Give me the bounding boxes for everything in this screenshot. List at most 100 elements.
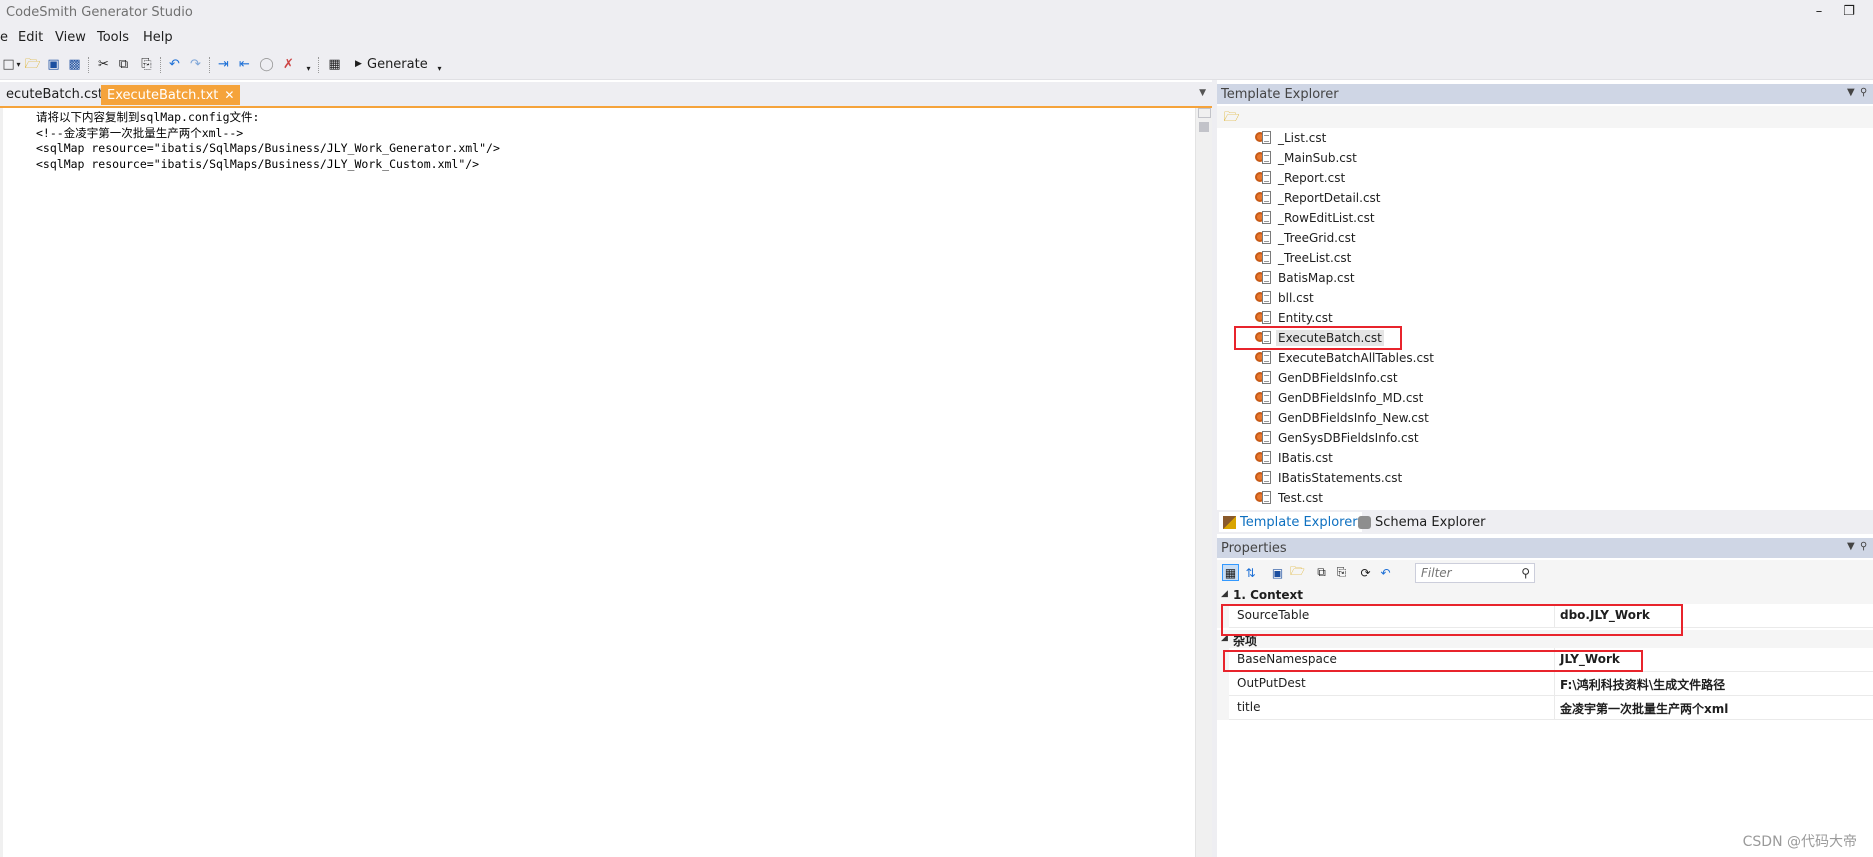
list-item[interactable]: BatisMap.cst (1255, 268, 1357, 288)
filter-field[interactable]: ⚲ (1415, 563, 1535, 583)
open-folder-icon[interactable]: 🗁 (24, 56, 41, 73)
property-value[interactable]: 金凌宇第一次批量生产两个xml (1560, 700, 1728, 717)
collapse-icon[interactable]: ◢ (1221, 633, 1228, 643)
categorized-icon[interactable]: ▦ (1222, 564, 1239, 581)
panel-dropdown-icon[interactable]: ▼ (1847, 87, 1855, 98)
scroll-thumb[interactable] (1199, 122, 1209, 132)
minimize-button[interactable]: – (1810, 4, 1828, 20)
template-file-icon (1255, 191, 1273, 205)
paste-icon[interactable]: ⎘ (138, 56, 155, 73)
list-item[interactable]: GenDBFieldsInfo_New.cst (1255, 408, 1431, 428)
scroll-up-icon[interactable] (1198, 108, 1211, 118)
list-item[interactable]: _List.cst (1255, 128, 1328, 148)
cut-icon[interactable]: ✂ (95, 56, 112, 73)
list-item[interactable]: Test.cst (1255, 488, 1325, 508)
menu-view[interactable]: View (55, 30, 86, 45)
copy-icon[interactable]: ⧉ (115, 56, 132, 73)
file-name: IBatisStatements.cst (1278, 471, 1403, 485)
property-name: title (1237, 700, 1261, 714)
toolbar-overflow-icon[interactable]: ▾ (431, 60, 448, 77)
template-file-icon (1255, 411, 1273, 425)
tab-template-explorer[interactable]: Template Explorer (1219, 512, 1362, 532)
filter-input[interactable] (1416, 564, 1512, 582)
generate-play-icon[interactable]: ▶ (350, 56, 367, 73)
category-misc[interactable]: ◢ 杂项 (1217, 630, 1873, 648)
redo-icon[interactable]: ↷ (187, 56, 204, 73)
list-item[interactable]: _ReportDetail.cst (1255, 188, 1383, 208)
properties-header: Properties ▼ ⚲ (1217, 538, 1873, 558)
menu-file[interactable]: e (0, 30, 8, 45)
list-item[interactable]: ExecuteBatchAllTables.cst (1255, 348, 1436, 368)
load-properties-icon[interactable]: 🗁 (1289, 564, 1306, 581)
close-tab-icon[interactable]: ✕ (224, 88, 234, 102)
list-item[interactable]: GenDBFieldsInfo_MD.cst (1255, 388, 1425, 408)
generate-button[interactable]: Generate (367, 57, 428, 72)
pin-icon[interactable]: ⚲ (1860, 541, 1867, 552)
list-item[interactable]: IBatis.cst (1255, 448, 1335, 468)
properties-title: Properties (1221, 541, 1287, 556)
save-properties-icon[interactable]: ▣ (1269, 564, 1286, 581)
list-item[interactable]: bll.cst (1255, 288, 1316, 308)
collapse-icon[interactable]: ◢ (1221, 589, 1228, 599)
list-item[interactable]: _TreeGrid.cst (1255, 228, 1358, 248)
editor-vertical-scrollbar[interactable] (1195, 108, 1212, 857)
list-item[interactable]: IBatisStatements.cst (1255, 468, 1404, 488)
menu-edit[interactable]: Edit (18, 30, 43, 45)
file-name: IBatis.cst (1278, 451, 1333, 465)
save-all-icon[interactable]: ▩ (66, 56, 83, 73)
list-item-selected[interactable]: ExecuteBatch.cst (1255, 328, 1384, 348)
undo-icon[interactable]: ↶ (166, 56, 183, 73)
paste-properties-icon[interactable]: ⎘ (1333, 564, 1350, 581)
code-editor[interactable]: 请将以下内容复制到sqlMap.config文件: <!--金凌宇第一次批量生产… (0, 106, 1212, 857)
alphabetical-sort-icon[interactable]: ⇅ (1242, 564, 1259, 581)
tab-executebatch-txt[interactable]: ExecuteBatch.txt ✕ (101, 85, 241, 105)
property-value[interactable]: F:\鸿利科技资料\生成文件路径 (1560, 676, 1725, 693)
property-name: BaseNamespace (1237, 652, 1337, 666)
pin-icon[interactable]: ⚲ (1860, 87, 1867, 98)
property-value[interactable]: dbo.JLY_Work (1560, 608, 1650, 622)
editor-line: <sqlMap resource="ibatis/SqlMaps/Busines… (36, 157, 480, 171)
list-item[interactable]: _TreeList.cst (1255, 248, 1353, 268)
property-value[interactable]: JLY_Work (1560, 652, 1620, 666)
menu-tools[interactable]: Tools (97, 30, 129, 45)
panel-dropdown-icon[interactable]: ▼ (1847, 541, 1855, 552)
column-divider (1554, 672, 1555, 696)
save-icon[interactable]: ▣ (45, 56, 62, 73)
property-row[interactable]: OutPutDest F:\鸿利科技资料\生成文件路径 (1229, 672, 1873, 696)
comment-icon[interactable]: ◯ (258, 56, 275, 73)
tab-list-dropdown-icon[interactable]: ▼ (1199, 88, 1206, 98)
editor-line: <!--金凌宇第一次批量生产两个xml--> (36, 126, 244, 140)
category-context[interactable]: ◢ 1. Context (1217, 586, 1873, 604)
list-item[interactable]: Entity.cst (1255, 308, 1335, 328)
property-row[interactable]: SourceTable dbo.JLY_Work (1229, 604, 1873, 628)
copy-properties-icon[interactable]: ⧉ (1313, 564, 1330, 581)
indent-icon[interactable]: ⇥ (215, 56, 232, 73)
template-file-icon (1255, 431, 1273, 445)
overflow-icon[interactable]: ▾ (300, 60, 317, 77)
reset-icon[interactable]: ↶ (1377, 564, 1394, 581)
file-name: ExecuteBatchAllTables.cst (1278, 351, 1435, 365)
editor-gutter (0, 108, 3, 857)
watermark: CSDN @代码大帝 (1742, 834, 1857, 850)
property-row[interactable]: title 金凌宇第一次批量生产两个xml (1229, 696, 1873, 720)
open-template-folder-icon[interactable]: 🗁 (1223, 109, 1240, 126)
tab-schema-explorer[interactable]: Schema Explorer (1354, 512, 1490, 532)
tab-executebatch-cst[interactable]: ecuteBatch.cst (0, 85, 109, 105)
restore-icon[interactable]: ❐ (1840, 4, 1858, 20)
outdent-icon[interactable]: ⇤ (236, 56, 253, 73)
list-item[interactable]: _MainSub.cst (1255, 148, 1359, 168)
list-item[interactable]: _RowEditList.cst (1255, 208, 1377, 228)
template-file-icon (1255, 471, 1273, 485)
search-icon[interactable]: ⚲ (1521, 566, 1530, 580)
list-item[interactable]: GenSysDBFieldsInfo.cst (1255, 428, 1421, 448)
uncomment-icon[interactable]: ✗ (280, 56, 297, 73)
build-icon[interactable]: ▦ (326, 56, 343, 73)
property-row[interactable]: BaseNamespace JLY_Work (1229, 648, 1873, 672)
menu-help[interactable]: Help (143, 30, 173, 45)
template-file-icon (1255, 331, 1273, 345)
list-item[interactable]: _Report.cst (1255, 168, 1347, 188)
template-file-icon (1255, 371, 1273, 385)
row-indent (1217, 604, 1229, 628)
refresh-icon[interactable]: ⟳ (1357, 564, 1374, 581)
list-item[interactable]: GenDBFieldsInfo.cst (1255, 368, 1400, 388)
